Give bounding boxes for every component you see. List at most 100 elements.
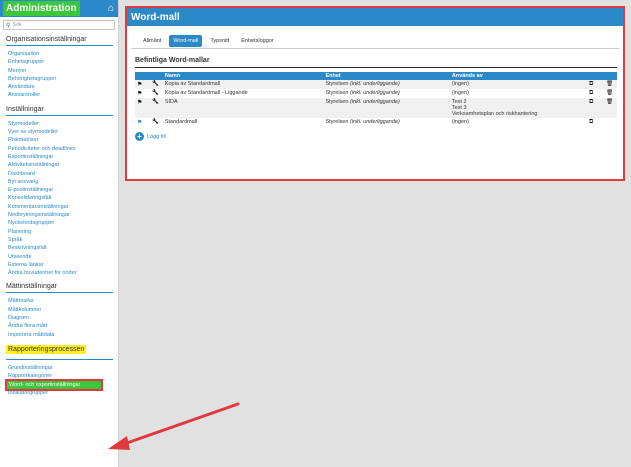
- column-header: Enhet: [323, 72, 450, 80]
- sidebar-item[interactable]: Riskmatriser: [6, 136, 113, 144]
- used-by: (ingen): [449, 80, 587, 89]
- search-icon: ⚲: [6, 22, 11, 29]
- sidebar-item[interactable]: Styrmodeller: [6, 120, 113, 128]
- sidebar-item[interactable]: Organisation: [6, 50, 113, 58]
- sidebar-item[interactable]: Språk: [6, 236, 113, 244]
- tab[interactable]: Allmänt: [139, 35, 165, 47]
- used-by-item: (ingen): [451, 81, 469, 87]
- sidebar-item[interactable]: Importera måttdata: [6, 331, 113, 339]
- sidebar-section: Mättinställningar Måttmallar Måttkolumner D…: [6, 283, 113, 338]
- sidebar-item[interactable]: Exportinställningar: [6, 153, 113, 161]
- used-by-item: (ingen): [451, 90, 469, 96]
- unit-name: Styrelsen: [325, 99, 349, 105]
- trash-icon[interactable]: 🗑: [606, 90, 613, 96]
- add-template-button[interactable]: + Lägg till: [135, 132, 623, 141]
- sidebar-item[interactable]: Konsolideringsfält: [6, 194, 113, 202]
- plus-circle-icon: +: [135, 132, 144, 141]
- template-unit: Styrelsen (inkl. underliggande): [323, 98, 450, 118]
- column-header: Används av: [449, 72, 587, 80]
- sidebar-item[interactable]: Enhetsgrupper: [6, 58, 113, 66]
- sidebar-item[interactable]: Externa länkar: [6, 261, 113, 269]
- tab[interactable]: Typsnitt: [206, 35, 233, 47]
- sidebar-item[interactable]: Menyer: [6, 67, 113, 75]
- table-row[interactable]: ⚑ 🔧 SIDA Styrelsen (inkl. underliggande) Tes…: [135, 98, 617, 118]
- table-row[interactable]: ⚑ 🔧 Standardmall Styrelsen (inkl. underligg…: [135, 118, 617, 127]
- sidebar-item[interactable]: E-postinställningar: [6, 186, 113, 194]
- sidebar-item[interactable]: Grundinställningar: [6, 364, 113, 372]
- sidebar-item[interactable]: Ändra flera mått: [6, 322, 113, 330]
- copy-icon[interactable]: ⧉: [589, 99, 593, 105]
- used-by-item: (ingen): [451, 119, 469, 125]
- copy-icon[interactable]: ⧉: [589, 119, 593, 125]
- sidebar-section-title-wrap: Rapporteringsprocessen: [6, 344, 113, 360]
- sidebar-item[interactable]: Rapportkategorier: [6, 372, 113, 380]
- sidebar-item[interactable]: Diagram: [6, 314, 113, 322]
- sidebar-section: Rapporteringsprocessen Grundinställningar…: [5, 344, 113, 397]
- sidebar-item[interactable]: Planering: [6, 228, 113, 236]
- used-by: Test 2 Test 3 Verksamhetsplan och riskhant…: [449, 98, 587, 118]
- column-header: [135, 72, 150, 80]
- sidebar-header: Administration ⌂: [0, 0, 118, 17]
- trash-icon[interactable]: 🗑: [606, 99, 613, 105]
- used-by: (ingen): [450, 118, 587, 127]
- table-header-row: Namn Enhet Används av: [135, 72, 617, 80]
- sidebar-section: Inställningar Styrmodeller Vyer av styrmod…: [6, 106, 113, 278]
- copy-icon[interactable]: ⧉: [589, 90, 593, 96]
- sidebar-item[interactable]: Utseende: [6, 253, 113, 261]
- sidebar-section-title: Organisationsinställningar: [6, 36, 113, 46]
- sidebar-search-input[interactable]: ⚲ Sök: [3, 20, 115, 30]
- copy-icon[interactable]: ⧉: [589, 81, 593, 87]
- unit-note: (inkl. underliggande): [349, 119, 400, 125]
- sidebar-item[interactable]: Nyckelordsgrupper: [6, 219, 113, 227]
- unit-name: Styrelsen: [325, 119, 349, 125]
- unit-note: (inkl. underliggande): [349, 90, 400, 96]
- tab[interactable]: Word-mall: [169, 34, 203, 47]
- sidebar-item[interactable]: Användare: [6, 83, 113, 91]
- sidebar-item[interactable]: Word- och exportinställningar: [5, 378, 103, 391]
- sidebar-item[interactable]: Nedbrytningsinställningar: [6, 211, 113, 219]
- sidebar-item[interactable]: Periodiciteter och deadlines: [6, 145, 113, 153]
- template-unit: Styrelsen (inkl. underliggande): [323, 118, 449, 127]
- sidebar-item[interactable]: Måttkolumner: [6, 306, 113, 314]
- flag-icon[interactable]: ⚑: [137, 100, 142, 106]
- column-header: [586, 72, 605, 80]
- sidebar-item[interactable]: Aktivitetsinställningar: [6, 161, 113, 169]
- home-icon[interactable]: ⌂: [108, 3, 114, 14]
- sidebar-item[interactable]: Måttmallar: [6, 297, 113, 305]
- flag-icon[interactable]: ⚑: [137, 91, 142, 97]
- used-by: (ingen): [450, 89, 587, 98]
- table-row[interactable]: ⚑ 🔧 Kopia av Standardmall - Liggande Styrel…: [135, 89, 617, 98]
- sidebar-item[interactable]: Ändra huvudenhet för noder: [6, 269, 113, 277]
- template-unit: Styrelsen (inkl. underliggande): [323, 80, 450, 89]
- flag-icon[interactable]: ⚑: [137, 82, 142, 88]
- template-name: SIDA: [162, 98, 324, 118]
- table-row[interactable]: ⚑ 🔧 Kopia av Standardmall Styrelsen (inkl. …: [135, 80, 617, 89]
- unit-name: Styrelsen: [325, 90, 349, 96]
- tab[interactable]: Enhetsloggor: [237, 35, 277, 47]
- wrench-icon[interactable]: 🔧: [152, 99, 159, 105]
- template-unit: Styrelsen (inkl. underliggande): [323, 89, 449, 98]
- sidebar-item[interactable]: Behörighetsgrupper: [6, 75, 113, 83]
- sidebar-item[interactable]: Ansvarsroller: [6, 91, 113, 99]
- sidebar-item[interactable]: Dashboard: [6, 170, 113, 178]
- sidebar-item[interactable]: Beskrivningsfält: [6, 244, 113, 252]
- template-name: Kopia av Standardmall - Liggande: [164, 90, 248, 96]
- sidebar-item[interactable]: Kommentarsinställningar: [6, 203, 113, 211]
- column-header: [149, 72, 163, 80]
- sidebar-item[interactable]: Indikatorgrupper: [6, 389, 113, 397]
- add-label: Lägg till: [147, 133, 166, 140]
- sidebar-section-title: Rapporteringsprocessen: [6, 344, 87, 354]
- tab-bar: Allmänt Word-mall Typsnitt Enhetsloggor: [131, 26, 619, 49]
- column-header: Namn: [162, 72, 324, 80]
- wrench-icon[interactable]: 🔧: [152, 81, 159, 87]
- used-by-item: Verksamhetsplan och riskhantering: [451, 111, 538, 117]
- wrench-icon[interactable]: 🔧: [152, 119, 159, 125]
- wrench-icon[interactable]: 🔧: [152, 90, 159, 96]
- template-name: Kopia av Standardmall: [162, 80, 324, 89]
- trash-icon[interactable]: 🗑: [606, 81, 613, 87]
- flag-icon[interactable]: ⚑: [137, 120, 142, 126]
- main-area: Word-mall Allmänt Word-mall Typsnitt Enhets…: [119, 0, 631, 467]
- sidebar-item[interactable]: Vyer av styrmodeller: [6, 128, 113, 136]
- templates-table: Namn Enhet Används av ⚑ 🔧 Kopia av Standardm…: [135, 72, 617, 127]
- sidebar-item[interactable]: Byt ansvarig: [6, 178, 113, 186]
